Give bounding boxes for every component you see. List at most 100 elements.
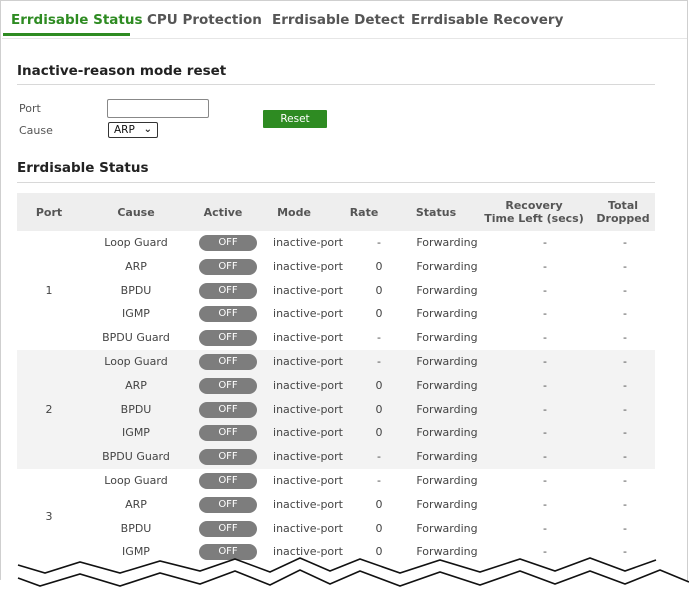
active-toggle[interactable]: OFF	[199, 425, 257, 442]
column-header-active: Active	[203, 206, 243, 219]
rate-cell: 0	[375, 307, 383, 321]
port-cell: 2	[45, 402, 53, 416]
cause-cell: Loop Guard	[104, 355, 168, 368]
mode-cell: inactive-port	[273, 259, 343, 273]
total-dropped-cell: -	[623, 236, 627, 249]
mode-cell: inactive-port	[273, 521, 343, 535]
cause-cell: BPDU Guard	[102, 331, 170, 345]
recovery-time-cell: -	[543, 450, 547, 464]
status-cell: Forwarding	[416, 355, 478, 368]
recovery-time-cell: -	[543, 355, 547, 368]
recovery-time-cell: -	[543, 331, 547, 345]
active-toggle[interactable]: OFF	[199, 258, 257, 275]
total-dropped-cell: -	[623, 307, 627, 321]
total-dropped-cell: -	[623, 378, 627, 392]
status-cell: Forwarding	[416, 283, 478, 297]
mode-cell: inactive-port	[273, 331, 343, 345]
total-dropped-cell: -	[623, 355, 627, 368]
total-dropped-cell: -	[623, 497, 627, 511]
cause-cell: IGMP	[122, 426, 150, 440]
column-header-rate: Rate	[349, 206, 379, 219]
status-cell: Forwarding	[416, 259, 478, 273]
cause-cell: ARP	[125, 259, 147, 273]
rate-cell: -	[377, 474, 381, 487]
active-toggle[interactable]: OFF	[199, 306, 257, 323]
recovery-time-cell: -	[543, 474, 547, 487]
mode-cell: inactive-port	[273, 307, 343, 321]
recovery-time-cell: -	[543, 521, 547, 535]
mode-cell: inactive-port	[273, 450, 343, 464]
total-dropped-cell: -	[623, 450, 627, 464]
recovery-time-cell: -	[543, 236, 547, 249]
torn-edge-graphic	[0, 557, 689, 593]
tab-bar: Errdisable Status CPU Protection Errdisa…	[2, 6, 687, 36]
status-cell: Forwarding	[416, 450, 478, 464]
total-dropped-cell: -	[623, 426, 627, 440]
column-header-recovery-line1: Recovery	[505, 199, 563, 212]
recovery-time-cell: -	[543, 259, 547, 273]
cause-cell: IGMP	[122, 307, 150, 321]
column-header-dropped-line1: Total	[607, 199, 639, 212]
rate-cell: 0	[375, 402, 383, 416]
tab-errdisable-status[interactable]: Errdisable Status	[11, 12, 143, 28]
status-cell: Forwarding	[416, 331, 478, 345]
column-header-port: Port	[35, 206, 63, 219]
port-label: Port	[19, 102, 41, 115]
active-toggle[interactable]: OFF	[199, 282, 257, 299]
active-toggle[interactable]: OFF	[199, 520, 257, 537]
recovery-time-cell: -	[543, 307, 547, 321]
status-cell: Forwarding	[416, 521, 478, 535]
active-toggle[interactable]: OFF	[199, 449, 257, 466]
active-toggle[interactable]: OFF	[199, 330, 257, 347]
status-cell: Forwarding	[416, 402, 478, 416]
cause-cell: Loop Guard	[104, 236, 168, 249]
reset-button[interactable]: Reset	[263, 110, 327, 128]
rate-cell: -	[377, 355, 381, 368]
active-toggle[interactable]: OFF	[199, 354, 257, 370]
status-section-divider	[17, 182, 655, 183]
cause-cell: BPDU	[120, 283, 152, 297]
cause-select[interactable]: ARP ⌄	[108, 122, 158, 138]
rate-cell: 0	[375, 259, 383, 273]
recovery-time-cell: -	[543, 283, 547, 297]
cause-cell: BPDU	[120, 402, 152, 416]
total-dropped-cell: -	[623, 521, 627, 535]
rate-cell: -	[377, 236, 381, 249]
cause-cell: ARP	[125, 378, 147, 392]
mode-cell: inactive-port	[273, 236, 343, 249]
mode-cell: inactive-port	[273, 426, 343, 440]
mode-cell: inactive-port	[273, 402, 343, 416]
recovery-time-cell: -	[543, 378, 547, 392]
mode-cell: inactive-port	[273, 474, 343, 487]
active-toggle[interactable]: OFF	[199, 473, 257, 489]
status-section-title: Errdisable Status	[17, 160, 149, 176]
tab-cpu-protection[interactable]: CPU Protection	[147, 12, 262, 28]
rate-cell: 0	[375, 426, 383, 440]
tab-errdisable-recovery[interactable]: Errdisable Recovery	[411, 12, 563, 28]
status-cell: Forwarding	[416, 426, 478, 440]
status-cell: Forwarding	[416, 497, 478, 511]
active-toggle[interactable]: OFF	[199, 401, 257, 418]
mode-cell: inactive-port	[273, 283, 343, 297]
port-input[interactable]	[107, 99, 209, 118]
tab-errdisable-detect[interactable]: Errdisable Detect	[272, 12, 405, 28]
column-header-recovery: Recovery Time Left (secs)	[484, 199, 584, 225]
total-dropped-cell: -	[623, 331, 627, 345]
column-header-dropped-line2: Dropped	[596, 212, 650, 225]
active-toggle[interactable]: OFF	[199, 377, 257, 394]
mode-cell: inactive-port	[273, 378, 343, 392]
active-toggle[interactable]: OFF	[199, 496, 257, 513]
rate-cell: 0	[375, 521, 383, 535]
rate-cell: 0	[375, 378, 383, 392]
active-toggle[interactable]: OFF	[199, 235, 257, 251]
rate-cell: -	[377, 331, 381, 345]
column-header-mode: Mode	[277, 206, 311, 219]
total-dropped-cell: -	[623, 474, 627, 487]
column-header-recovery-line2: Time Left (secs)	[484, 212, 584, 225]
total-dropped-cell: -	[623, 283, 627, 297]
total-dropped-cell: -	[623, 259, 627, 273]
cause-selected-value: ARP	[114, 124, 135, 136]
active-tab-indicator	[3, 33, 130, 36]
chevron-down-icon: ⌄	[143, 124, 152, 135]
rate-cell: -	[377, 450, 381, 464]
